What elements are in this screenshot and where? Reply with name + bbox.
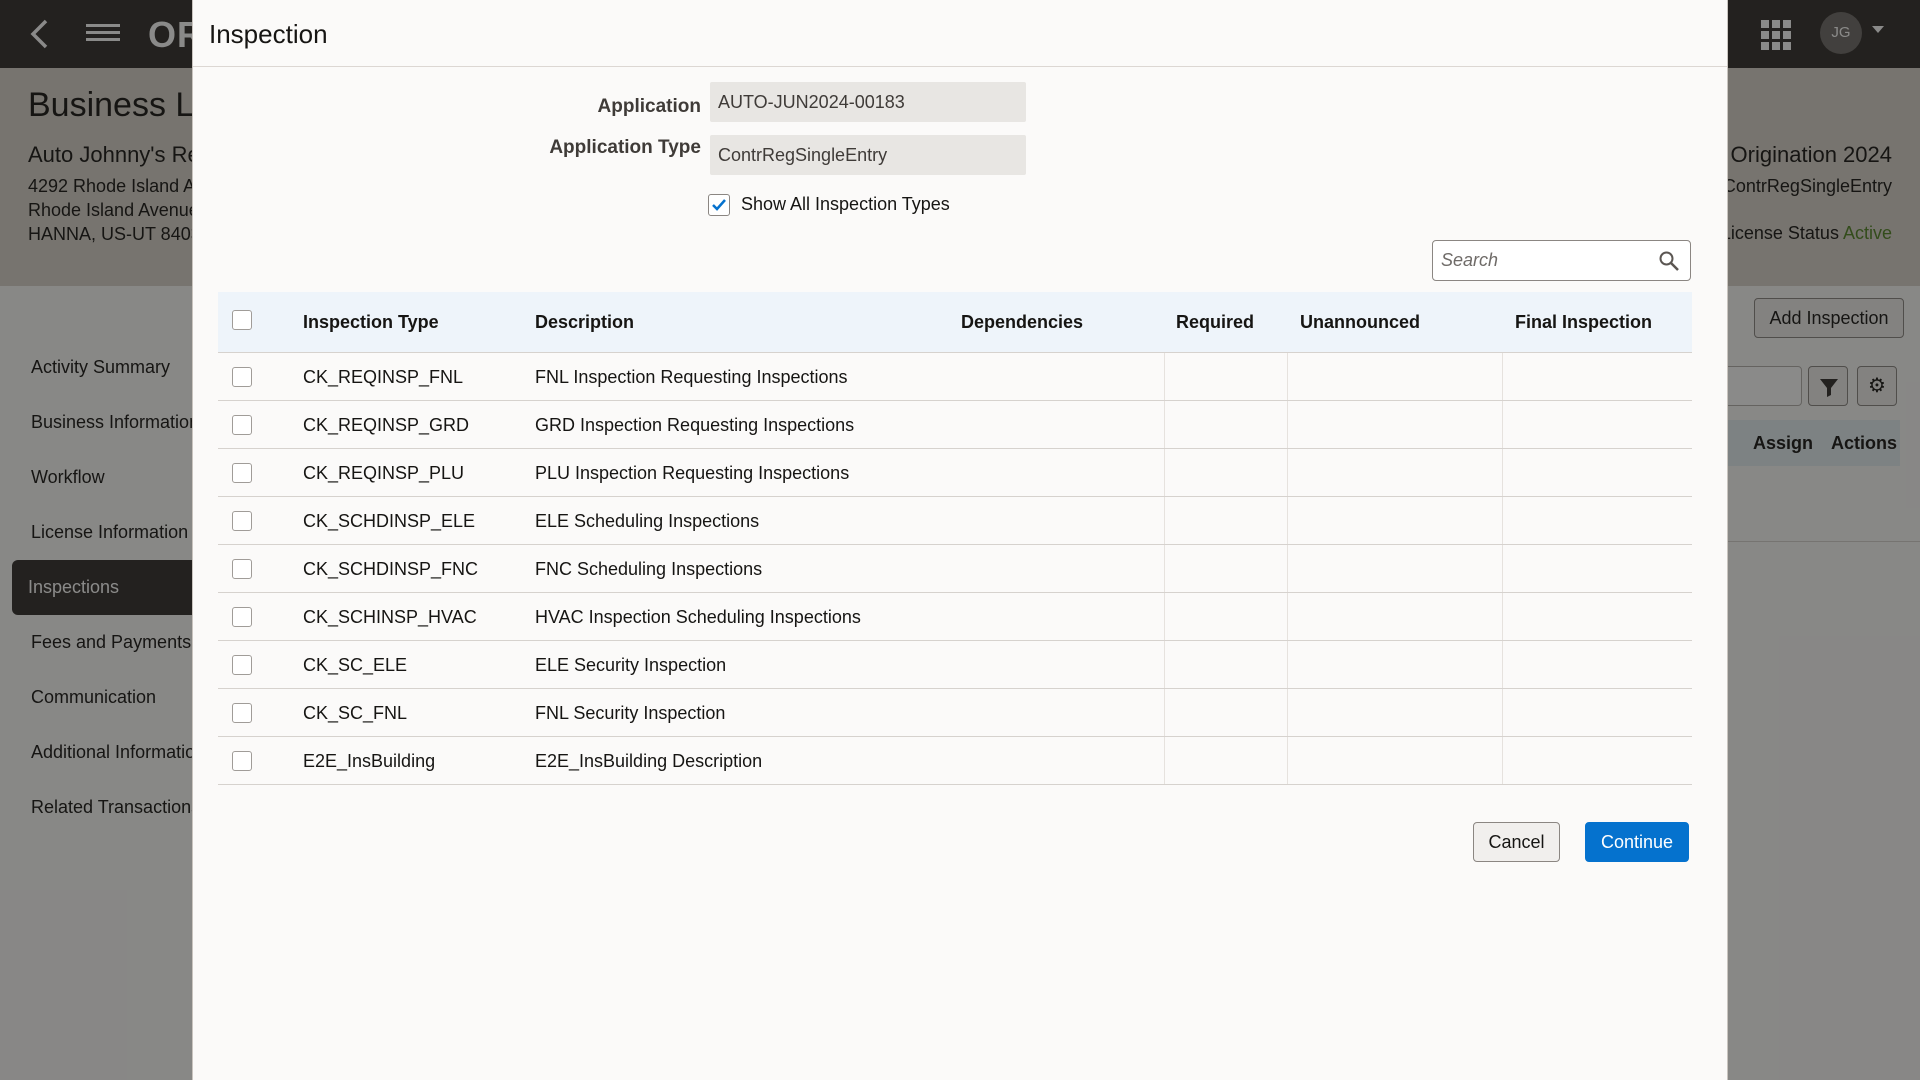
column-header-required[interactable]: Required xyxy=(1176,312,1254,333)
column-divider xyxy=(1502,401,1503,448)
search-box xyxy=(1432,240,1691,281)
description-cell: ELE Scheduling Inspections xyxy=(535,511,760,531)
inspection-type-cell: CK_SC_FNL xyxy=(303,703,408,723)
table-row[interactable]: CK_SCHINSP_HVAC HVAC Inspection Scheduli… xyxy=(218,593,1692,641)
table-row[interactable]: CK_SC_ELE ELE Security Inspection xyxy=(218,641,1692,689)
column-divider xyxy=(1164,353,1165,400)
table-row[interactable]: CK_REQINSP_FNL FNL Inspection Requesting… xyxy=(218,353,1692,401)
column-divider xyxy=(1287,593,1288,640)
column-divider xyxy=(1287,497,1288,544)
table-row[interactable]: CK_SCHDINSP_ELE ELE Scheduling Inspectio… xyxy=(218,497,1692,545)
column-divider xyxy=(1164,641,1165,688)
search-input[interactable] xyxy=(1433,241,1643,280)
column-divider xyxy=(1164,737,1165,784)
inspection-type-cell: CK_SCHINSP_HVAC xyxy=(303,607,477,627)
checkmark-icon xyxy=(712,199,726,211)
description-cell: FNL Inspection Requesting Inspections xyxy=(535,367,848,387)
column-divider xyxy=(1287,641,1288,688)
dialog-header: Inspection xyxy=(193,0,1727,67)
description-cell: PLU Inspection Requesting Inspections xyxy=(535,463,850,483)
column-header-dependencies[interactable]: Dependencies xyxy=(961,312,1083,333)
column-divider xyxy=(1502,689,1503,736)
column-divider xyxy=(1502,593,1503,640)
row-checkbox[interactable] xyxy=(232,463,252,483)
column-divider xyxy=(1164,449,1165,496)
inspection-type-cell: CK_REQINSP_GRD xyxy=(303,415,470,435)
column-divider xyxy=(1164,497,1165,544)
column-divider xyxy=(1164,689,1165,736)
application-label: Application xyxy=(597,96,701,117)
table-row[interactable]: CK_SCHDINSP_FNC FNC Scheduling Inspectio… xyxy=(218,545,1692,593)
row-checkbox[interactable] xyxy=(232,511,252,531)
application-type-field: ContrRegSingleEntry xyxy=(710,135,1026,175)
inspection-type-cell: CK_SC_ELE xyxy=(303,655,408,675)
column-header-unannounced[interactable]: Unannounced xyxy=(1300,312,1420,333)
application-field: AUTO-JUN2024-00183 xyxy=(710,82,1026,122)
column-divider xyxy=(1164,593,1165,640)
inspection-type-cell: E2E_InsBuilding xyxy=(303,751,436,771)
row-checkbox[interactable] xyxy=(232,655,252,675)
row-checkbox[interactable] xyxy=(232,415,252,435)
column-divider xyxy=(1287,545,1288,592)
table-row[interactable]: CK_REQINSP_GRD GRD Inspection Requesting… xyxy=(218,401,1692,449)
column-divider xyxy=(1287,689,1288,736)
column-divider xyxy=(1164,401,1165,448)
row-checkbox[interactable] xyxy=(232,703,252,723)
description-cell: FNL Security Inspection xyxy=(535,703,726,723)
column-divider xyxy=(1502,497,1503,544)
cancel-button[interactable]: Cancel xyxy=(1473,822,1560,862)
inspection-types-table: Inspection Type Description Dependencies… xyxy=(218,292,1692,785)
application-type-label: Application Type xyxy=(549,137,701,158)
description-cell: GRD Inspection Requesting Inspections xyxy=(535,415,855,435)
search-icon[interactable] xyxy=(1658,250,1680,277)
column-divider xyxy=(1164,545,1165,592)
column-header-description[interactable]: Description xyxy=(535,312,634,333)
column-divider xyxy=(1287,353,1288,400)
description-cell: E2E_InsBuilding Description xyxy=(535,751,763,771)
row-checkbox[interactable] xyxy=(232,367,252,387)
column-divider xyxy=(1287,737,1288,784)
column-divider xyxy=(1502,641,1503,688)
inspection-dialog: Inspection Application AUTO-JUN2024-0018… xyxy=(192,0,1728,1080)
column-header-inspection-type[interactable]: Inspection Type xyxy=(303,312,439,333)
inspection-type-cell: CK_REQINSP_PLU xyxy=(303,463,465,483)
inspection-type-cell: CK_SCHDINSP_ELE xyxy=(303,511,476,531)
column-divider xyxy=(1502,737,1503,784)
description-cell: HVAC Inspection Scheduling Inspections xyxy=(535,607,861,627)
description-cell: FNC Scheduling Inspections xyxy=(535,559,763,579)
row-checkbox[interactable] xyxy=(232,559,252,579)
description-cell: ELE Security Inspection xyxy=(535,655,727,675)
table-row[interactable]: CK_REQINSP_PLU PLU Inspection Requesting… xyxy=(218,449,1692,497)
column-divider xyxy=(1287,449,1288,496)
row-checkbox[interactable] xyxy=(232,607,252,627)
column-divider xyxy=(1502,353,1503,400)
inspection-type-cell: CK_REQINSP_FNL xyxy=(303,367,464,387)
column-divider xyxy=(1502,449,1503,496)
select-all-checkbox[interactable] xyxy=(232,310,252,330)
continue-button[interactable]: Continue xyxy=(1585,822,1689,862)
column-header-final-inspection[interactable]: Final Inspection xyxy=(1515,312,1652,333)
dialog-title: Inspection xyxy=(209,19,328,49)
inspection-type-cell: CK_SCHDINSP_FNC xyxy=(303,559,479,579)
column-divider xyxy=(1502,545,1503,592)
table-row[interactable]: E2E_InsBuilding E2E_InsBuilding Descript… xyxy=(218,737,1692,785)
table-header: Inspection Type Description Dependencies… xyxy=(218,292,1692,353)
row-checkbox[interactable] xyxy=(232,751,252,771)
show-all-inspection-types-label[interactable]: Show All Inspection Types xyxy=(741,194,950,215)
column-divider xyxy=(1287,401,1288,448)
table-row[interactable]: CK_SC_FNL FNL Security Inspection xyxy=(218,689,1692,737)
show-all-inspection-types-checkbox[interactable] xyxy=(708,194,730,216)
